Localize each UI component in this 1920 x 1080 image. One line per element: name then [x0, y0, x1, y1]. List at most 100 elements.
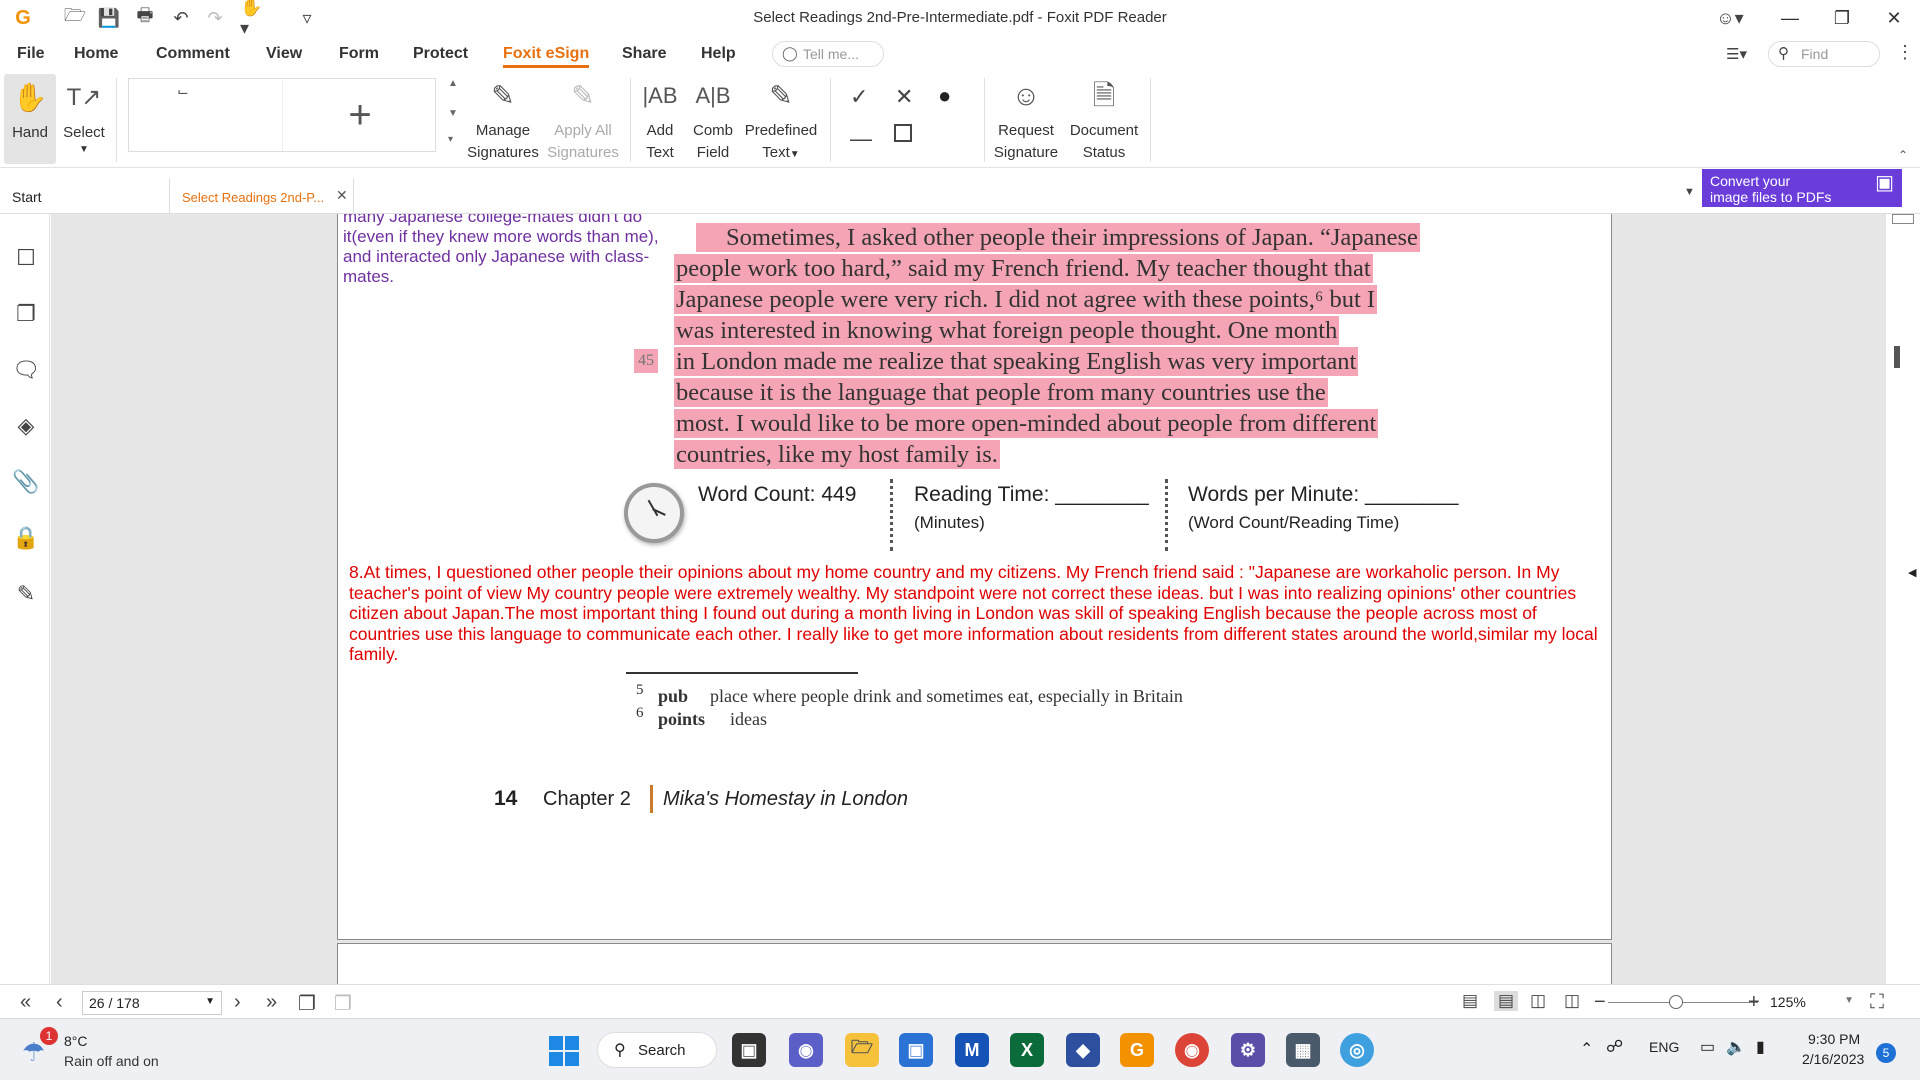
- attachment-icon[interactable]: 📎: [12, 468, 40, 496]
- promo-banner[interactable]: Convert your image files to PDFs ▣: [1702, 169, 1902, 207]
- tab-close-icon[interactable]: ✕: [336, 187, 348, 204]
- globe-app-icon[interactable]: ◎: [1340, 1033, 1374, 1067]
- fullscreen-icon[interactable]: ⛶: [1870, 991, 1884, 1014]
- request-signature-button[interactable]: ☺ Request Signature: [990, 72, 1062, 164]
- gallery-expand-icon[interactable]: ▾: [448, 134, 453, 145]
- file-explorer-icon[interactable]: 🗁: [845, 1033, 879, 1067]
- zoom-out-icon[interactable]: −: [1594, 991, 1606, 1014]
- calculator-icon[interactable]: ▦: [1286, 1033, 1320, 1067]
- minimize-button[interactable]: —: [1764, 0, 1816, 36]
- zoom-slider-thumb[interactable]: [1668, 995, 1683, 1009]
- security-icon[interactable]: 🔒: [12, 524, 40, 552]
- menu-share[interactable]: Share: [622, 45, 666, 63]
- weather-widget[interactable]: ☂ 1 8°C Rain off and on: [22, 1027, 182, 1071]
- tell-me-input[interactable]: ◯ Tell me...: [772, 41, 884, 67]
- notification-badge[interactable]: 5: [1876, 1043, 1896, 1063]
- zoom-level-select[interactable]: 125% ▼: [1764, 991, 1860, 1015]
- microsoft-store-icon[interactable]: ▣: [899, 1033, 933, 1067]
- more-options-icon[interactable]: ⋮: [1896, 42, 1914, 63]
- collapse-ribbon-icon[interactable]: ⌃: [1898, 148, 1908, 162]
- document-viewport[interactable]: many Japanese college-mates didn't do it…: [51, 214, 1886, 984]
- account-icon[interactable]: ☺▾: [1710, 6, 1750, 30]
- menu-form[interactable]: Form: [339, 45, 379, 63]
- tab-start[interactable]: Start: [0, 178, 170, 214]
- dot-tool[interactable]: ●: [938, 83, 951, 109]
- display-icon[interactable]: ▭: [1700, 1037, 1715, 1057]
- task-view-icon[interactable]: ▣: [732, 1033, 766, 1067]
- pages-icon[interactable]: ❐: [12, 300, 40, 328]
- rectangle-tool[interactable]: [894, 124, 912, 142]
- layers-icon[interactable]: ◈: [12, 412, 40, 440]
- view-options-icon[interactable]: ☰▾: [1726, 45, 1747, 63]
- clock-date[interactable]: 2/16/2023: [1802, 1051, 1864, 1067]
- add-signature-button[interactable]: +: [283, 79, 437, 151]
- menu-foxit-esign[interactable]: Foxit eSign: [503, 45, 590, 68]
- red-annotation-text[interactable]: 8.At times, I questioned other people th…: [349, 562, 1609, 665]
- excel-icon[interactable]: X: [1010, 1033, 1044, 1067]
- menu-protect[interactable]: Protect: [413, 45, 468, 63]
- continuous-view-icon[interactable]: ▤: [1494, 991, 1519, 1011]
- zoom-slider-track[interactable]: [1608, 1002, 1758, 1003]
- right-panel-toggle-icon[interactable]: ◀: [1908, 566, 1916, 579]
- tab-document[interactable]: Select Readings 2nd-P... ✕: [170, 178, 354, 214]
- page-dropdown-icon[interactable]: ▼: [205, 996, 215, 1007]
- bookmark-icon[interactable]: ☐: [12, 244, 40, 272]
- add-text-button[interactable]: |AB Add Text: [638, 72, 682, 164]
- checkmark-tool[interactable]: ✓: [850, 84, 868, 110]
- comments-icon[interactable]: 🗨: [12, 356, 40, 384]
- purple-annotation-text[interactable]: many Japanese college-mates didn't do it…: [343, 214, 683, 287]
- cross-mark-tool[interactable]: ✕: [895, 84, 913, 110]
- predefined-text-button[interactable]: ✎ Predefined Text▼: [742, 72, 820, 166]
- document-status-button[interactable]: 🗎 Document Status: [1066, 72, 1142, 164]
- scrollbar-top-button[interactable]: [1892, 214, 1914, 224]
- teams-chat-icon[interactable]: ◉: [789, 1033, 823, 1067]
- taskbar-search[interactable]: ⚲ Search: [597, 1032, 717, 1068]
- signature-panel-icon[interactable]: ✎: [12, 580, 40, 608]
- previous-page-icon[interactable]: ‹: [56, 991, 63, 1014]
- hand-tool-button[interactable]: ✋ Hand: [4, 74, 56, 164]
- menu-home[interactable]: Home: [74, 45, 118, 63]
- last-page-icon[interactable]: »: [266, 991, 277, 1014]
- robot-app-icon[interactable]: ⚙: [1231, 1033, 1265, 1067]
- scrollbar-thumb[interactable]: [1894, 346, 1900, 368]
- apply-all-signatures-button[interactable]: ✎ Apply All Signatures: [546, 72, 620, 164]
- volume-icon[interactable]: 🔈: [1726, 1037, 1746, 1057]
- menu-help[interactable]: Help: [701, 45, 736, 63]
- close-button[interactable]: ✕: [1868, 0, 1920, 36]
- network-app-icon[interactable]: ◆: [1066, 1033, 1100, 1067]
- next-page-icon[interactable]: ›: [234, 991, 241, 1014]
- continuous-facing-view-icon[interactable]: ◫: [1564, 991, 1580, 1011]
- network-icon[interactable]: ☍: [1606, 1037, 1623, 1057]
- comb-field-button[interactable]: A|B Comb Field: [688, 72, 738, 164]
- page-fit-icon[interactable]: ❐: [334, 991, 352, 1016]
- gallery-scroll-up-icon[interactable]: ▲: [448, 78, 458, 89]
- menu-comment[interactable]: Comment: [156, 45, 230, 63]
- gallery-scroll-down-icon[interactable]: ▼: [448, 108, 458, 119]
- chrome-icon[interactable]: ◉: [1175, 1033, 1209, 1067]
- show-hidden-icons-icon[interactable]: ⌃: [1580, 1039, 1593, 1059]
- line-tool[interactable]: —: [850, 126, 872, 152]
- first-page-icon[interactable]: «: [20, 991, 31, 1014]
- language-indicator[interactable]: ENG: [1649, 1039, 1679, 1055]
- clock-time[interactable]: 9:30 PM: [1808, 1031, 1860, 1047]
- page-number-input[interactable]: 26 / 178 ▼: [82, 991, 222, 1015]
- facing-view-icon[interactable]: ◫: [1530, 991, 1546, 1011]
- extract-page-icon[interactable]: ❐: [298, 991, 316, 1016]
- foxit-reader-taskbar-icon[interactable]: G: [1120, 1033, 1154, 1067]
- select-tool-button[interactable]: T↗ Select ▼: [60, 74, 108, 156]
- signature-slot-empty[interactable]: ⌙: [129, 79, 283, 151]
- menu-view[interactable]: View: [266, 45, 302, 63]
- select-dropdown-icon[interactable]: ▼: [60, 144, 108, 156]
- menu-file[interactable]: File: [17, 45, 45, 63]
- start-button[interactable]: [549, 1036, 579, 1066]
- find-input[interactable]: ⚲ Find: [1768, 41, 1880, 67]
- single-page-view-icon[interactable]: ▤: [1462, 991, 1478, 1011]
- zoom-dropdown-icon[interactable]: ▼: [1844, 995, 1854, 1006]
- tab-list-dropdown-icon[interactable]: ▼: [1684, 186, 1695, 198]
- signature-gallery[interactable]: ⌙ +: [128, 78, 436, 152]
- mathtype-icon[interactable]: M: [955, 1033, 989, 1067]
- restore-button[interactable]: ❐: [1816, 0, 1868, 36]
- battery-icon[interactable]: ▮: [1756, 1037, 1765, 1057]
- manage-signatures-button[interactable]: ✎ Manage Signatures: [466, 72, 540, 164]
- zoom-in-icon[interactable]: +: [1748, 991, 1760, 1014]
